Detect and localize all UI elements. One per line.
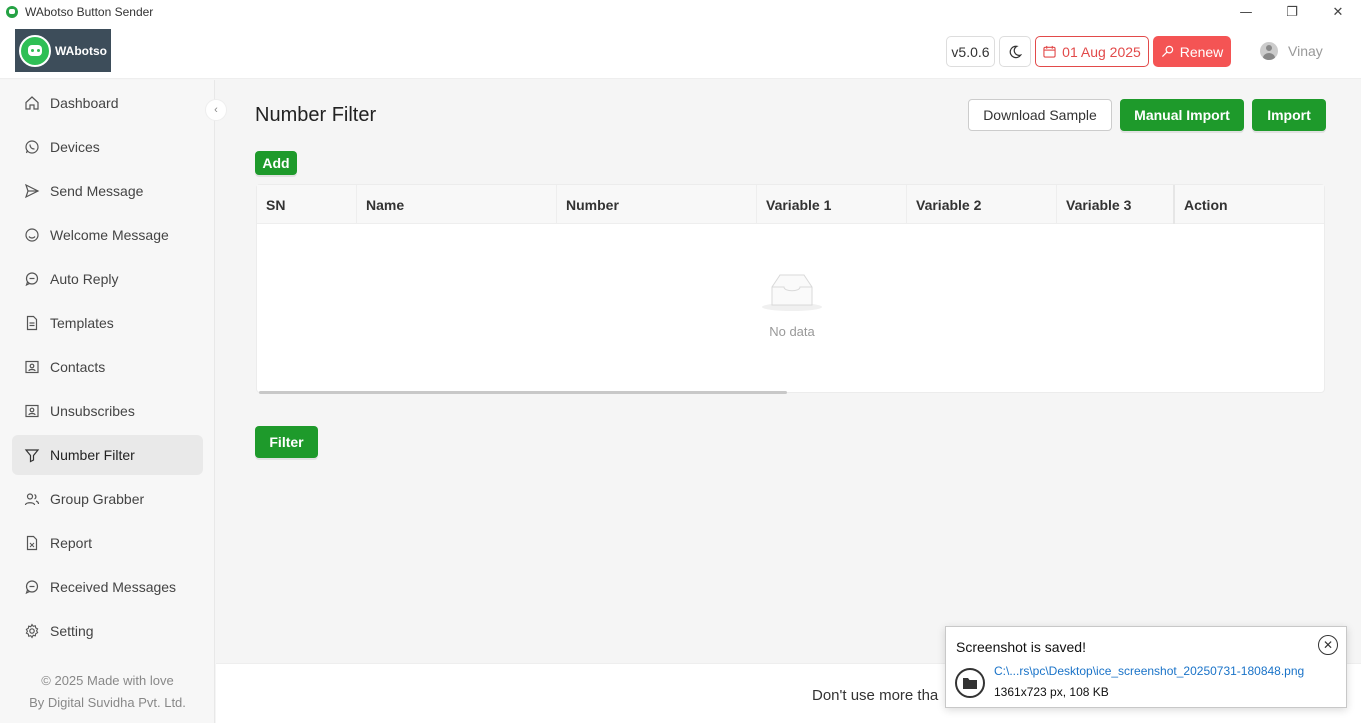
sidebar-item-label: Devices	[50, 139, 100, 155]
theme-toggle-button[interactable]	[999, 36, 1031, 67]
sidebar-item-send-message[interactable]: Send Message	[12, 171, 203, 211]
chat-icon	[25, 580, 39, 595]
smile-icon	[25, 228, 39, 242]
logo: WAbotso	[15, 29, 111, 72]
sidebar-item-label: Group Grabber	[50, 491, 145, 507]
sidebar: Dashboard Devices Send Message Welcome M…	[0, 80, 227, 723]
app-header: WAbotso v5.0.6 01 Aug 2025 Renew Vinay	[0, 24, 1361, 79]
toast-file-meta: 1361x723 px, 108 KB	[994, 685, 1109, 699]
sidebar-collapse-button[interactable]: ‹	[205, 99, 227, 121]
folder-icon	[963, 678, 977, 689]
sidebar-item-contacts[interactable]: Contacts	[12, 347, 203, 387]
close-window-button[interactable]: ✕	[1315, 0, 1361, 24]
expiry-date-button[interactable]: 01 Aug 2025	[1035, 36, 1149, 67]
user-name: Vinay	[1288, 43, 1323, 59]
sidebar-item-label: Send Message	[50, 183, 144, 199]
download-sample-button[interactable]: Download Sample	[968, 99, 1112, 131]
renew-button[interactable]: Renew	[1153, 36, 1231, 67]
close-icon: ✕	[1322, 638, 1334, 652]
number-table: SN Name Number Variable 1 Variable 2 Var…	[256, 184, 1325, 394]
key-icon	[1161, 45, 1173, 58]
copyright-text: © 2025 Made with love	[41, 673, 174, 688]
sidebar-item-unsubscribes[interactable]: Unsubscribes	[12, 391, 203, 431]
user-menu[interactable]: Vinay	[1260, 40, 1323, 62]
table-header: SN Name Number Variable 1 Variable 2 Var…	[257, 185, 1324, 224]
column-header-variable-3: Variable 3	[1057, 185, 1175, 224]
column-header-variable-2: Variable 2	[907, 185, 1057, 224]
expiry-date-label: 01 Aug 2025	[1062, 43, 1141, 60]
window-title: WAbotso Button Sender	[25, 5, 154, 19]
column-header-sn: SN	[257, 185, 357, 224]
chevron-left-icon: ‹	[214, 104, 218, 116]
sidebar-item-label: Number Filter	[50, 447, 135, 463]
sidebar-item-templates[interactable]: Templates	[12, 303, 203, 343]
document-icon	[26, 315, 38, 331]
window-controls: — ❐ ✕	[1223, 0, 1361, 24]
sidebar-item-label: Auto Reply	[50, 271, 119, 287]
page-title: Number Filter	[255, 104, 377, 126]
horizontal-scrollbar[interactable]	[259, 391, 787, 394]
sidebar-item-devices[interactable]: Devices	[12, 127, 203, 167]
filter-icon	[24, 449, 40, 463]
group-icon	[24, 493, 40, 506]
app-icon	[6, 6, 18, 18]
logo-text: WAbotso	[55, 43, 107, 58]
sidebar-item-label: Setting	[50, 623, 94, 639]
gear-icon	[25, 623, 39, 639]
toast-title: Screenshot is saved!	[956, 639, 1086, 655]
window-titlebar: WAbotso Button Sender — ❐ ✕	[0, 0, 1361, 24]
empty-inbox-icon	[762, 274, 822, 311]
manual-import-button[interactable]: Manual Import	[1120, 99, 1244, 131]
toast-close-button[interactable]: ✕	[1318, 635, 1338, 655]
column-header-name: Name	[357, 185, 557, 224]
column-header-action: Action	[1184, 196, 1228, 213]
sidebar-item-number-filter[interactable]: Number Filter	[12, 435, 203, 475]
sidebar-item-welcome-message[interactable]: Welcome Message	[12, 215, 203, 255]
contacts-icon	[25, 404, 39, 418]
screenshot-toast: Screenshot is saved! ✕ C:\...rs\pc\Deskt…	[945, 626, 1347, 708]
version-badge: v5.0.6	[946, 36, 995, 67]
column-header-variable-1: Variable 1	[757, 185, 907, 224]
column-header-number: Number	[557, 185, 757, 224]
sidebar-item-group-grabber[interactable]: Group Grabber	[12, 479, 203, 519]
send-icon	[24, 183, 40, 199]
filter-button[interactable]: Filter	[255, 426, 318, 458]
import-button[interactable]: Import	[1252, 99, 1326, 131]
sidebar-item-dashboard[interactable]: Dashboard	[12, 83, 203, 123]
whatsapp-icon	[25, 140, 39, 154]
sidebar-item-auto-reply[interactable]: Auto Reply	[12, 259, 203, 299]
empty-state: No data	[747, 271, 837, 339]
avatar	[1260, 42, 1278, 60]
sidebar-item-label: Welcome Message	[50, 227, 169, 243]
robot-logo-icon	[19, 34, 51, 67]
empty-text: No data	[769, 324, 815, 339]
chat-icon	[25, 272, 39, 287]
company-text: By Digital Suvidha Pvt. Ltd.	[29, 695, 186, 710]
restore-button[interactable]: ❐	[1269, 0, 1315, 24]
open-folder-button[interactable]	[955, 668, 985, 698]
report-icon	[26, 535, 38, 551]
sidebar-item-label: Dashboard	[50, 95, 119, 111]
footer-notice: Don't use more tha	[812, 687, 939, 704]
sidebar-item-label: Contacts	[50, 359, 106, 375]
home-icon	[25, 96, 39, 110]
sidebar-item-report[interactable]: Report	[12, 523, 203, 563]
contacts-icon	[25, 360, 39, 374]
sidebar-item-label: Templates	[50, 315, 114, 331]
minimize-button[interactable]: —	[1223, 0, 1269, 24]
calendar-icon	[1043, 45, 1056, 58]
sidebar-item-label: Report	[50, 535, 93, 551]
sidebar-item-received-messages[interactable]: Received Messages	[12, 567, 203, 607]
renew-label: Renew	[1179, 43, 1224, 60]
sidebar-item-label: Unsubscribes	[50, 403, 135, 419]
add-button[interactable]: Add	[255, 151, 297, 175]
sidebar-item-label: Received Messages	[50, 579, 177, 595]
sidebar-footer: © 2025 Made with love By Digital Suvidha…	[0, 670, 215, 714]
sidebar-item-setting[interactable]: Setting	[12, 611, 203, 651]
toast-file-link[interactable]: C:\...rs\pc\Desktop\ice_screenshot_20250…	[994, 664, 1304, 678]
moon-icon	[1009, 45, 1022, 58]
